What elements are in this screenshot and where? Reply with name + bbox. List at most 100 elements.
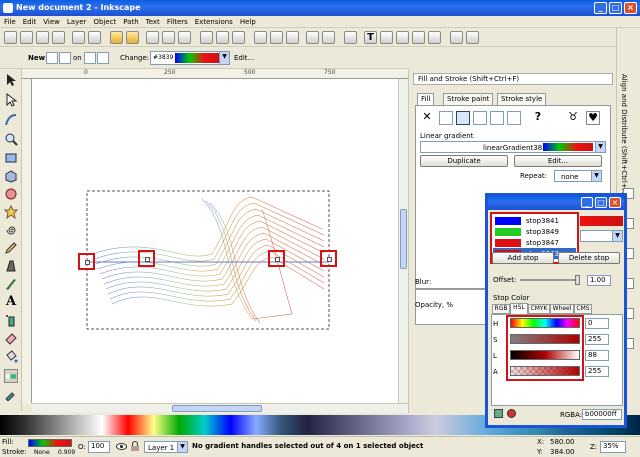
offset-slider-thumb[interactable] — [575, 275, 580, 285]
add-stop-button[interactable]: Add stop — [492, 252, 554, 264]
save-icon[interactable] — [36, 31, 49, 44]
unlink-clone-icon[interactable] — [286, 31, 299, 44]
document-properties-icon[interactable] — [466, 31, 479, 44]
align-distribute-tab[interactable]: Align and Distribute (Shift+Ctrl+A) — [620, 74, 628, 196]
scroll-thumb[interactable] — [172, 405, 262, 412]
export-icon[interactable] — [88, 31, 101, 44]
redo-icon[interactable] — [126, 31, 139, 44]
horizontal-scrollbar[interactable] — [32, 403, 408, 413]
flat-color-icon[interactable] — [439, 111, 453, 125]
text-font-icon[interactable]: T — [364, 31, 377, 44]
edit-gradient-button[interactable]: Edit... — [514, 155, 602, 167]
undo-icon[interactable] — [110, 31, 123, 44]
paint-bucket-tool-icon[interactable] — [4, 349, 18, 363]
menu-filters[interactable]: Filters — [163, 16, 191, 26]
eye-visibility-icon[interactable] — [116, 441, 127, 452]
gradient-stop-handle[interactable] — [78, 253, 95, 270]
no-paint-icon[interactable]: ✕ — [420, 111, 434, 125]
pencil-tool-icon[interactable] — [4, 241, 18, 255]
linear-gradient-icon[interactable] — [456, 111, 470, 125]
menu-file[interactable]: File — [0, 16, 19, 26]
repeat-select[interactable]: none ▼ — [554, 170, 602, 182]
menu-edit[interactable]: Edit — [19, 16, 40, 26]
menu-layer[interactable]: Layer — [63, 16, 90, 26]
blur-slider[interactable] — [415, 288, 485, 290]
duplicate-icon[interactable] — [254, 31, 267, 44]
zoom-drawing-icon[interactable] — [216, 31, 229, 44]
fill-rule-evenodd-icon[interactable]: ♉ — [566, 111, 580, 125]
spiral-tool-icon[interactable] — [4, 223, 18, 237]
color-picker-icon[interactable] — [494, 409, 503, 418]
tweak-tool-icon[interactable] — [4, 113, 18, 127]
radial-new-icon[interactable] — [59, 52, 71, 64]
gradient-stop-handle[interactable] — [268, 250, 285, 267]
edit-gradient-link[interactable]: Edit... — [234, 54, 254, 62]
eraser-tool-icon[interactable] — [4, 331, 18, 345]
fill-indicator-swatch[interactable] — [28, 439, 72, 447]
offset-slider[interactable] — [520, 275, 580, 285]
delete-stop-button[interactable]: Delete stop — [558, 252, 620, 264]
menu-path[interactable]: Path — [119, 16, 141, 26]
maximize-button[interactable]: □ — [609, 2, 622, 14]
preferences-icon[interactable] — [450, 31, 463, 44]
tab-rgb[interactable]: RGB — [492, 304, 510, 314]
duplicate-button[interactable]: Duplicate — [420, 155, 508, 167]
xml-editor-icon[interactable] — [380, 31, 393, 44]
pattern-icon[interactable] — [490, 111, 504, 125]
fill-stroke-icon[interactable] — [344, 31, 357, 44]
align-distribute-icon[interactable] — [396, 31, 409, 44]
vertical-scrollbar[interactable] — [398, 79, 408, 403]
menu-text[interactable]: Text — [142, 16, 163, 26]
tab-stroke-paint[interactable]: Stroke paint — [443, 93, 494, 105]
zoom-selection-icon[interactable] — [200, 31, 213, 44]
rectangle-tool-icon[interactable] — [4, 151, 18, 165]
align-icon[interactable] — [428, 31, 441, 44]
opacity-spinbox[interactable]: 100 — [88, 441, 110, 453]
dialog-maximize-button[interactable]: □ — [595, 197, 607, 208]
selector-tool-icon[interactable] — [4, 73, 18, 87]
linear-new-icon[interactable] — [46, 52, 58, 64]
cut-icon[interactable] — [162, 31, 175, 44]
dialog-close-button[interactable]: × — [609, 197, 621, 208]
tab-stroke-style[interactable]: Stroke style — [497, 93, 547, 105]
dialog-minimize-button[interactable]: _ — [581, 197, 593, 208]
gradient-stop-handle[interactable] — [320, 250, 337, 267]
unset-paint-icon[interactable]: ? — [531, 111, 545, 125]
swatch-icon[interactable] — [507, 111, 521, 125]
menu-help[interactable]: Help — [236, 16, 259, 26]
lock-icon[interactable] — [130, 441, 140, 452]
stop-select[interactable]: ▼ — [580, 230, 623, 242]
pen-tool-icon[interactable] — [4, 259, 18, 273]
ungroup-icon[interactable] — [322, 31, 335, 44]
alpha-spinbox[interactable]: 255 — [585, 366, 609, 377]
calligraphy-tool-icon[interactable] — [4, 277, 18, 291]
menu-view[interactable]: View — [39, 16, 63, 26]
tab-hsl[interactable]: HSL — [510, 303, 528, 314]
lightness-spinbox[interactable]: 88 — [585, 350, 609, 361]
gradient-tool-icon[interactable] — [4, 369, 18, 383]
layer-select[interactable]: Layer 1 ▼ — [144, 441, 188, 453]
gradient-stop-handle[interactable] — [138, 250, 155, 267]
tab-cms[interactable]: CMS — [574, 304, 592, 314]
star-tool-icon[interactable] — [4, 205, 18, 219]
open-icon[interactable] — [20, 31, 33, 44]
gradient-select[interactable]: #3839 ▼ — [150, 51, 230, 65]
stroke-target-icon[interactable] — [97, 52, 109, 64]
fill-target-icon[interactable] — [84, 52, 96, 64]
clone-icon[interactable] — [270, 31, 283, 44]
tab-fill[interactable]: Fill — [417, 93, 435, 105]
zoom-tool-icon[interactable] — [4, 132, 18, 146]
drawing-canvas[interactable] — [32, 79, 398, 403]
node-tool-icon[interactable] — [4, 93, 18, 107]
menu-object[interactable]: Object — [89, 16, 119, 26]
zoom-spinbox[interactable]: 35% — [600, 441, 626, 453]
rgba-field[interactable]: b00000ff — [582, 409, 622, 420]
saturation-spinbox[interactable]: 255 — [585, 334, 609, 345]
spray-tool-icon[interactable] — [4, 313, 18, 327]
transform-icon[interactable] — [412, 31, 425, 44]
radial-gradient-icon[interactable] — [473, 111, 487, 125]
new-document-icon[interactable] — [4, 31, 17, 44]
paste-icon[interactable] — [178, 31, 191, 44]
tab-wheel[interactable]: Wheel — [550, 304, 574, 314]
print-icon[interactable] — [52, 31, 65, 44]
